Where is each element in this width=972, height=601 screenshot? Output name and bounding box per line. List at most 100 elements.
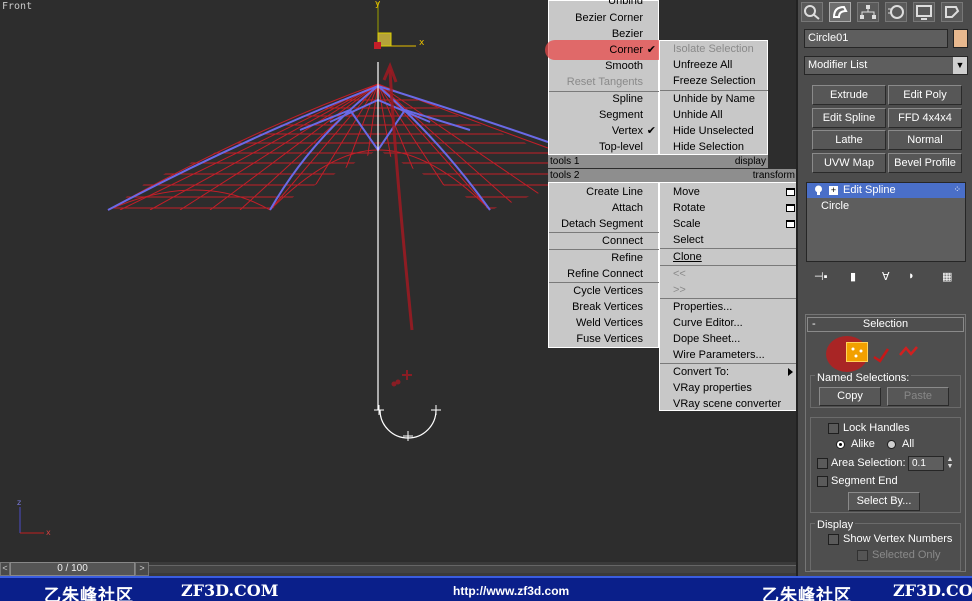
quad-tools2: Create Line Attach Detach Segment Connec… (548, 182, 659, 348)
menu-detach-segment[interactable]: Detach Segment (549, 216, 659, 232)
display-tab-icon[interactable] (913, 2, 935, 22)
expand-plus-icon[interactable]: + (829, 186, 838, 195)
make-unique-icon[interactable]: ∀ (882, 270, 890, 283)
time-slider-thumb[interactable]: 0 / 100 (10, 562, 135, 576)
modifier-normal-button[interactable]: Normal (888, 130, 962, 150)
menu-unhide-by-name[interactable]: Unhide by Name (660, 91, 768, 107)
quad-display: Isolate Selection Unfreeze All Freeze Se… (659, 40, 768, 155)
menu-cycle-vertices[interactable]: Cycle Vertices (549, 283, 659, 299)
time-track[interactable] (149, 565, 796, 573)
utilities-tab-icon[interactable] (941, 2, 963, 22)
display-header: display (659, 155, 768, 168)
modify-tab-icon[interactable] (829, 2, 851, 22)
menu-wire-parameters[interactable]: Wire Parameters... (660, 347, 797, 363)
area-selection-checkbox[interactable] (817, 458, 828, 469)
all-radio[interactable] (887, 440, 896, 449)
rollout-header-selection[interactable]: - Selection (807, 317, 964, 332)
transform-gizmo[interactable]: x y (374, 0, 425, 49)
menu-fuse-vertices[interactable]: Fuse Vertices (549, 331, 659, 347)
menu-scale[interactable]: Scale (660, 216, 797, 232)
stack-item-circle[interactable]: Circle (807, 199, 965, 214)
modifier-stack[interactable]: + Edit Spline ⁘ Circle (806, 182, 966, 262)
menu-refine[interactable]: Refine (549, 250, 659, 266)
menu-attach[interactable]: Attach (549, 200, 659, 216)
settings-box-icon[interactable] (786, 204, 795, 212)
menu-smooth[interactable]: Smooth (549, 58, 659, 74)
menu-unbind[interactable]: Unbind (549, 0, 659, 9)
menu-next: >> (673, 284, 686, 296)
menu-dope-sheet[interactable]: Dope Sheet... (660, 331, 797, 347)
spline-subobject-icon[interactable] (898, 343, 920, 361)
gizmo-x-label: x (419, 38, 425, 48)
lightbulb-icon[interactable] (814, 185, 823, 196)
modifier-ffd-button[interactable]: FFD 4x4x4 (888, 108, 962, 128)
area-selection-spinner[interactable]: 0.1 (908, 456, 944, 471)
modifier-extrude-button[interactable]: Extrude (812, 85, 886, 105)
modifier-edit-spline-button[interactable]: Edit Spline (812, 108, 886, 128)
lock-handles-checkbox[interactable] (828, 423, 839, 434)
menu-segment[interactable]: Segment (549, 107, 659, 123)
chevron-down-icon[interactable]: ▼ (953, 57, 967, 74)
menu-clone[interactable]: Clone (660, 249, 797, 265)
menu-connect[interactable]: Connect (549, 233, 659, 249)
alike-radio[interactable] (836, 440, 845, 449)
modifier-bevel-profile-button[interactable]: Bevel Profile (888, 153, 962, 173)
banner-logo-left: 乙朱峰社区 (44, 586, 134, 601)
menu-vray-properties[interactable]: VRay properties (660, 380, 797, 396)
menu-corner[interactable]: Corner ✔ (549, 42, 659, 58)
select-by-button[interactable]: Select By... (848, 492, 920, 511)
quad-transform: Move Rotate Scale Select Clone << >> Pro… (659, 182, 797, 411)
copy-button[interactable]: Copy (819, 387, 881, 406)
create-tab-icon[interactable] (801, 2, 823, 22)
modifier-lathe-button[interactable]: Lathe (812, 130, 886, 150)
object-name-field[interactable]: Circle01 (804, 29, 948, 48)
menu-weld-vertices[interactable]: Weld Vertices (549, 315, 659, 331)
pin-stack-icon[interactable]: ⊣▪ (814, 270, 827, 283)
segment-end-checkbox[interactable] (817, 476, 828, 487)
hierarchy-tab-icon[interactable] (857, 2, 879, 22)
paste-button: Paste (887, 387, 949, 406)
menu-freeze-selection[interactable]: Freeze Selection (660, 73, 768, 89)
configure-sets-icon[interactable]: ▦ (942, 270, 952, 283)
stack-item-edit-spline[interactable]: + Edit Spline ⁘ (807, 183, 965, 198)
menu-move[interactable]: Move (660, 184, 797, 200)
settings-box-icon[interactable] (786, 220, 795, 228)
menu-vray-scene-converter[interactable]: VRay scene converter (660, 396, 797, 412)
menu-curve-editor[interactable]: Curve Editor... (660, 315, 797, 331)
time-next-button[interactable]: > (135, 562, 149, 576)
vertex-subobject-icon[interactable] (846, 342, 868, 362)
menu-select[interactable]: Select (660, 232, 797, 248)
show-end-result-icon[interactable]: ▮ (850, 270, 856, 283)
menu-create-line[interactable]: Create Line (549, 184, 659, 200)
menu-spline[interactable]: Spline (549, 91, 659, 107)
remove-modifier-icon[interactable]: ◗ (908, 270, 915, 282)
modifier-list-dropdown[interactable]: Modifier List ▼ (804, 56, 968, 75)
quad-tools1: Unbind Bezier Corner Bezier Corner ✔ Smoo… (545, 0, 667, 155)
modifier-uvw-map-button[interactable]: UVW Map (812, 153, 886, 173)
object-color-swatch[interactable] (953, 29, 968, 48)
menu-hide-selection[interactable]: Hide Selection (660, 139, 768, 155)
menu-hide-unselected[interactable]: Hide Unselected (660, 123, 768, 139)
time-prev-button[interactable]: < (0, 562, 10, 576)
time-slider[interactable]: < 0 / 100 > (0, 562, 796, 576)
menu-refine-connect[interactable]: Refine Connect (549, 266, 659, 282)
selected-only-label: Selected Only (872, 549, 941, 561)
menu-break-vertices[interactable]: Break Vertices (549, 299, 659, 315)
menu-bezier-corner[interactable]: Bezier Corner (549, 10, 659, 26)
svg-text:x: x (46, 528, 51, 537)
segment-subobject-icon[interactable] (872, 345, 894, 363)
motion-tab-icon[interactable] (885, 2, 907, 22)
menu-rotate[interactable]: Rotate (660, 200, 797, 216)
modifier-edit-poly-button[interactable]: Edit Poly (888, 85, 962, 105)
menu-top-level[interactable]: Top-level (549, 139, 659, 155)
menu-unhide-all[interactable]: Unhide All (660, 107, 768, 123)
spinner-arrows-icon[interactable]: ▲ ▼ (946, 456, 954, 471)
menu-unfreeze-all[interactable]: Unfreeze All (660, 57, 768, 73)
banner-site-right: ZF3D.COM (893, 581, 972, 600)
menu-convert-to[interactable]: Convert To: (660, 364, 797, 380)
menu-properties[interactable]: Properties... (660, 299, 797, 315)
settings-box-icon[interactable] (786, 188, 795, 196)
show-vertex-numbers-checkbox[interactable] (828, 534, 839, 545)
menu-vertex[interactable]: Vertex ✔ (549, 123, 659, 139)
canopy-mesh (107, 83, 549, 211)
